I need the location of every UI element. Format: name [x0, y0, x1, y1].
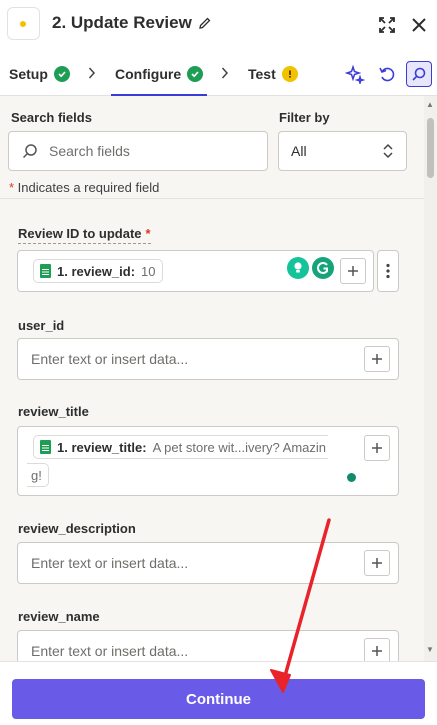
review-id-field[interactable]: 1. review_id: 10: [17, 250, 374, 292]
plus-icon: [372, 443, 382, 453]
search-input[interactable]: [49, 143, 249, 159]
pencil-icon[interactable]: [198, 16, 212, 30]
field-label-user-id: user_id: [18, 318, 65, 333]
required-star: *: [145, 226, 151, 241]
pill-key: 1. review_title:: [57, 439, 147, 455]
chevron-up-down-icon: [383, 143, 393, 159]
insert-data-button[interactable]: [340, 258, 366, 284]
field-label-review-name: review_name: [18, 609, 100, 624]
data-pill[interactable]: 1. review_title: A pet store wit...ivery…: [33, 435, 329, 459]
scrollbar-thumb[interactable]: [427, 118, 434, 178]
tab-configure[interactable]: Configure: [115, 66, 204, 82]
google-sheets-icon: [40, 440, 51, 454]
tab-configure-label: Configure: [115, 66, 182, 82]
app-logo: [7, 7, 40, 40]
search-field[interactable]: [8, 131, 268, 171]
chevron-right-icon: [221, 66, 229, 83]
scrollbar[interactable]: ▲ ▼: [424, 96, 437, 661]
pill-value: A pet store wit...ivery? Amazin: [152, 439, 327, 455]
scroll-down-icon[interactable]: ▼: [426, 645, 434, 654]
scroll-up-icon[interactable]: ▲: [426, 100, 434, 109]
continue-button[interactable]: Continue: [12, 679, 425, 719]
plus-icon: [348, 266, 358, 276]
insert-data-button[interactable]: [364, 346, 390, 372]
undo-icon[interactable]: [375, 62, 399, 86]
pill-key: 1. review_id:: [57, 263, 136, 279]
user-id-field[interactable]: Enter text or insert data...: [17, 338, 399, 380]
required-note: * Indicates a required field: [9, 180, 159, 195]
plus-icon: [372, 558, 382, 568]
field-placeholder: Enter text or insert data...: [31, 351, 189, 367]
divider: [0, 198, 424, 199]
required-note-text: Indicates a required field: [14, 180, 160, 195]
tab-setup-label: Setup: [9, 66, 48, 82]
google-sheets-icon: [40, 264, 51, 278]
lightbulb-icon[interactable]: [287, 257, 309, 279]
chevron-right-icon: [88, 66, 96, 83]
field-label-review-title: review_title: [18, 404, 89, 419]
tab-setup[interactable]: Setup: [9, 66, 70, 82]
insert-data-button[interactable]: [364, 550, 390, 576]
data-pill[interactable]: 1. review_id: 10: [33, 259, 163, 283]
field-placeholder: Enter text or insert data...: [31, 643, 189, 659]
tab-test[interactable]: Test: [248, 66, 298, 82]
expand-icon[interactable]: [376, 14, 398, 36]
search-label: Search fields: [11, 110, 92, 125]
warning-icon: [281, 66, 298, 82]
insert-data-button[interactable]: [364, 638, 390, 661]
step-header: 2. Update Review: [0, 0, 437, 52]
step-title[interactable]: 2. Update Review: [52, 13, 212, 33]
close-icon[interactable]: [408, 14, 430, 36]
filter-label: Filter by: [279, 110, 330, 125]
status-dot: [347, 473, 356, 482]
app-logo-mark: [20, 20, 26, 27]
plus-icon: [372, 646, 382, 656]
step-title-text: 2. Update Review: [52, 13, 192, 32]
review-title-field[interactable]: 1. review_title: A pet store wit...ivery…: [17, 426, 399, 496]
field-label-review-id: Review ID to update *: [18, 226, 151, 244]
plus-icon: [372, 354, 382, 364]
pill-value-wrap: g!: [31, 467, 42, 483]
field-placeholder: Enter text or insert data...: [31, 555, 189, 571]
configure-panel: Search fields Filter by All * Indicates …: [0, 96, 424, 661]
footer: Continue: [0, 661, 437, 725]
sparkle-icon[interactable]: [343, 62, 367, 86]
insert-data-button[interactable]: [364, 435, 390, 461]
more-options-button[interactable]: [377, 250, 399, 292]
filter-select[interactable]: All: [278, 131, 407, 171]
field-label-review-description: review_description: [18, 521, 136, 536]
review-name-field[interactable]: Enter text or insert data...: [17, 630, 399, 661]
grammarly-icon[interactable]: [312, 257, 334, 279]
check-circle-icon: [53, 66, 70, 82]
search-icon: [22, 144, 37, 159]
search-icon[interactable]: [406, 61, 432, 87]
more-vertical-icon: [386, 263, 390, 279]
step-tabs: Setup Configure Test: [0, 52, 437, 96]
filter-value: All: [291, 143, 307, 159]
field-label-text: Review ID to update: [18, 226, 142, 241]
pill-value: 10: [141, 263, 156, 279]
tab-test-label: Test: [248, 66, 276, 82]
data-pill-continued[interactable]: g!: [27, 463, 49, 487]
review-description-field[interactable]: Enter text or insert data...: [17, 542, 399, 584]
check-circle-icon: [187, 66, 204, 82]
review-id-row: 1. review_id: 10: [0, 250, 424, 292]
